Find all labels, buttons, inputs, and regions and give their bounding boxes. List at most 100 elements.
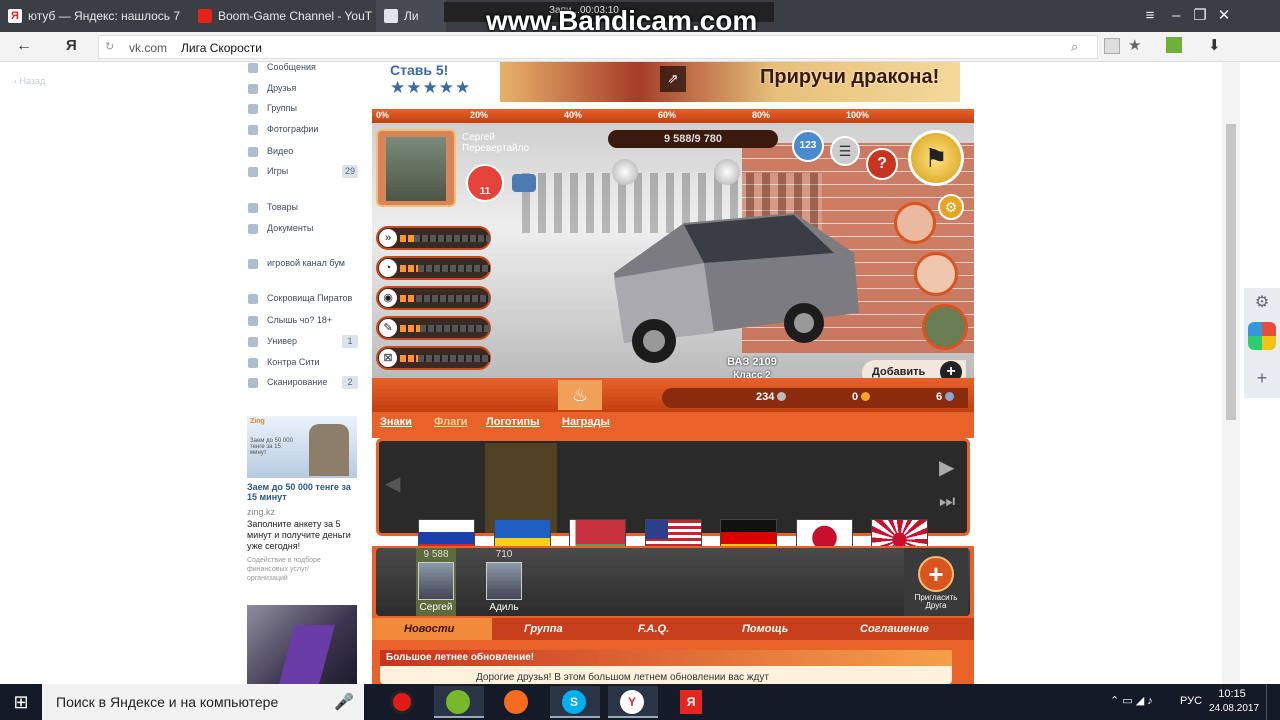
rate-banner-text[interactable]: Ставь 5! xyxy=(390,62,448,78)
progress-label: 40% xyxy=(564,110,583,120)
taskbar-search[interactable]: Поиск в Яндексе и на компьютере 🎤 xyxy=(42,684,364,720)
bottom-tab[interactable]: Помощь xyxy=(742,623,788,635)
sidebar-item-count: 2 xyxy=(342,376,358,389)
minimize-icon[interactable]: – xyxy=(1166,6,1186,26)
yandex-logo[interactable]: Я xyxy=(66,37,77,54)
tab-youtube[interactable]: Boom-Game Channel - YouT xyxy=(190,0,376,32)
clock-date[interactable]: 24.08.2017 xyxy=(1206,703,1262,714)
friend-card[interactable]: 710 Адиль xyxy=(484,548,524,616)
download-icon[interactable]: ⬇ xyxy=(1208,36,1221,54)
sidebar-item[interactable]: Игры xyxy=(267,166,288,176)
back-link[interactable]: ‹ Назад xyxy=(14,76,45,86)
taskbar-utorrent[interactable] xyxy=(434,686,484,718)
clock-time[interactable]: 10:15 xyxy=(1212,688,1252,700)
ad-title[interactable]: Заем до 50 000 тенге за 15 минут xyxy=(247,482,357,502)
ranking-icon[interactable]: 123 xyxy=(792,130,824,162)
bookmark-star-icon[interactable]: ★ xyxy=(1128,36,1141,54)
page-scrollbar[interactable] xyxy=(1222,62,1240,684)
race-flag-button[interactable]: ⚑ xyxy=(908,130,964,186)
maximize-icon[interactable]: ❐ xyxy=(1190,6,1210,26)
mechanic-girl-2-avatar[interactable] xyxy=(914,252,958,296)
microphone-icon[interactable]: 🎤 xyxy=(334,692,354,712)
menu-icon[interactable]: ≡ xyxy=(1140,6,1160,26)
dragon-banner-text: Приручи дракона! xyxy=(760,66,940,88)
camera-icon[interactable] xyxy=(512,174,536,192)
level-badge[interactable]: 11 xyxy=(466,164,504,202)
dragon-banner[interactable]: Приручи дракона! ⇗ xyxy=(500,62,960,102)
cash-value: 234 xyxy=(756,391,775,403)
gear-icon[interactable]: ⚙ xyxy=(938,194,964,220)
stat-bar: » xyxy=(376,226,491,250)
bottom-tab[interactable]: Новости xyxy=(404,623,454,635)
taskbar-yandex[interactable]: Я xyxy=(666,686,716,718)
ad-banner-image[interactable]: Zing Заем до 50 000 тенге за 15 минут xyxy=(247,416,357,478)
player-avatar[interactable] xyxy=(376,129,456,207)
mechanic-avatar[interactable] xyxy=(922,304,968,350)
extension-icon[interactable] xyxy=(1166,37,1182,53)
sidebar-item[interactable]: Контра Сити xyxy=(267,357,320,367)
reload-icon[interactable]: ↻ xyxy=(105,40,114,53)
rating-stars-icon[interactable]: ★★★★★ xyxy=(390,78,471,98)
light-bulb-icon xyxy=(714,159,740,185)
taskbar-bandicam[interactable] xyxy=(378,686,428,718)
last-page-icon[interactable]: ⏭ xyxy=(939,491,955,512)
taskbar-skype[interactable]: S xyxy=(550,686,600,718)
sidebar-item[interactable]: Группы xyxy=(267,103,297,113)
tab-yandex-search[interactable]: Я ютуб — Яндекс: нашлось 7 xyxy=(0,0,190,32)
search-icon[interactable]: ⌕ xyxy=(1071,39,1078,55)
sidebar-item[interactable]: Универ xyxy=(267,336,297,346)
decor-tab[interactable]: Награды xyxy=(562,416,610,428)
taskbar: ⊞ Поиск в Яндексе и на компьютере 🎤 S Y … xyxy=(0,684,1280,720)
sidebar-item[interactable]: Сообщения xyxy=(267,62,316,72)
sidebar-item[interactable]: Слышь чо? 18+ xyxy=(267,315,332,325)
utorrent-icon xyxy=(446,690,470,714)
tray-icons[interactable]: ⌃ ▭ ◢ ♪ xyxy=(1110,694,1153,707)
diamond-value: 6 xyxy=(936,391,943,403)
gear-icon[interactable]: ⚙ xyxy=(1252,292,1272,312)
tabs-icon[interactable] xyxy=(1104,38,1120,54)
flames-category-icon[interactable]: ♨ xyxy=(558,380,602,410)
player-name[interactable]: Сергей Перевертайло xyxy=(462,132,529,154)
tab-vk[interactable]: Ли xyxy=(376,0,446,32)
friend-card[interactable]: 9 588 Сергей xyxy=(416,548,456,616)
mechanic-girl-1-avatar[interactable] xyxy=(894,202,936,244)
bottom-tab[interactable]: F.A.Q. xyxy=(638,623,669,635)
plus-icon[interactable]: + xyxy=(1252,368,1272,388)
stat-empty xyxy=(420,325,490,332)
sidebar-item[interactable]: игровой канал бум xyxy=(267,258,345,268)
xp-counter: 9 588/9 780 xyxy=(608,130,778,148)
car-image[interactable] xyxy=(594,183,864,383)
help-icon[interactable]: ? xyxy=(866,148,898,180)
taskbar-media[interactable] xyxy=(492,686,542,718)
taskbar-yandex-browser[interactable]: Y xyxy=(608,686,658,718)
list-icon[interactable]: ☰ xyxy=(830,136,860,166)
sidebar-item[interactable]: Друзья xyxy=(267,83,296,93)
app-icon[interactable] xyxy=(1248,322,1276,350)
language-indicator[interactable]: РУС xyxy=(1180,695,1202,707)
start-icon[interactable]: ⊞ xyxy=(0,684,42,720)
external-link-icon[interactable]: ⇗ xyxy=(660,66,686,92)
sidebar-item-icon xyxy=(248,147,258,157)
sidebar-item[interactable]: Сканирование xyxy=(267,377,327,387)
sidebar-item[interactable]: Документы xyxy=(267,223,313,233)
sidebar-item[interactable]: Сокровища Пиратов xyxy=(267,293,352,303)
invite-friend-button[interactable]: + Пригласить Друга xyxy=(904,548,968,616)
sidebar-item[interactable]: Видео xyxy=(267,146,293,156)
sidebar-item[interactable]: Товары xyxy=(267,202,298,212)
close-icon[interactable]: ✕ xyxy=(1214,6,1234,26)
prev-arrow-icon[interactable]: ◀ xyxy=(385,471,400,496)
url-field[interactable]: ↻ vk.com Лига Скорости ⌕ xyxy=(98,35,1098,59)
yandex-icon: Я xyxy=(8,9,22,23)
sidebar-item[interactable]: Фотографии xyxy=(267,124,318,134)
decor-tab[interactable]: Флаги xyxy=(434,416,468,428)
decor-tab[interactable]: Знаки xyxy=(380,416,412,428)
next-arrow-icon[interactable]: ▶ xyxy=(939,455,954,480)
bottom-tab[interactable]: Соглашение xyxy=(860,623,929,635)
ad-banner-2-image[interactable] xyxy=(247,605,357,684)
back-arrow-icon[interactable]: ← xyxy=(16,37,32,55)
ad-domain[interactable]: zing.kz xyxy=(247,507,275,517)
scrollbar-thumb[interactable] xyxy=(1226,124,1236,420)
decor-tab[interactable]: Логотипы xyxy=(486,416,540,428)
show-desktop-button[interactable] xyxy=(1266,684,1280,720)
bottom-tab[interactable]: Группа xyxy=(524,623,563,635)
